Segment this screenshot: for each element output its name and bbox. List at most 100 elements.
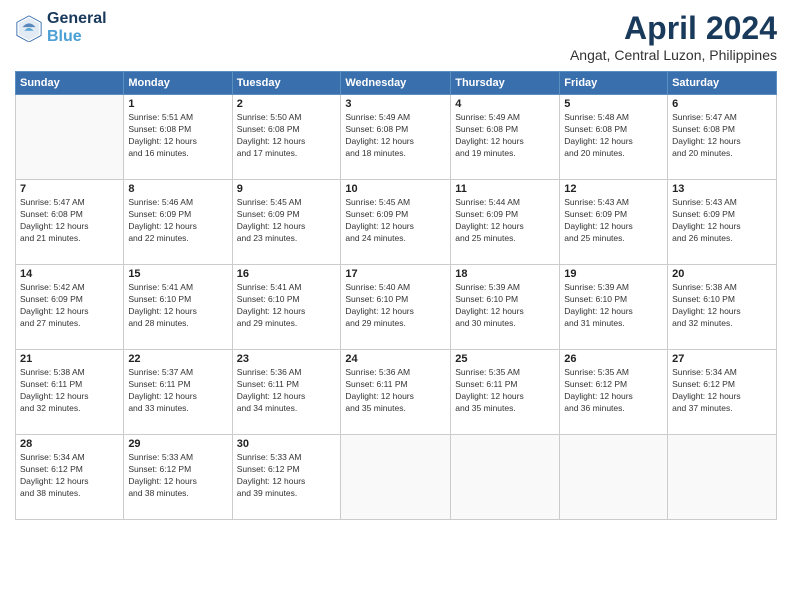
table-row: 21 Sunrise: 5:38 AM Sunset: 6:11 PM Dayli…: [16, 350, 124, 435]
day-info: Sunrise: 5:38 AM Sunset: 6:11 PM Dayligh…: [20, 367, 119, 415]
day-info: Sunrise: 5:33 AM Sunset: 6:12 PM Dayligh…: [128, 452, 227, 500]
header-thursday: Thursday: [451, 72, 560, 95]
day-info: Sunrise: 5:39 AM Sunset: 6:10 PM Dayligh…: [564, 282, 663, 330]
logo-line2: Blue: [47, 28, 107, 46]
day-info: Sunrise: 5:36 AM Sunset: 6:11 PM Dayligh…: [345, 367, 446, 415]
day-number: 23: [237, 353, 337, 365]
table-row: [16, 95, 124, 180]
day-number: 22: [128, 353, 227, 365]
day-info: Sunrise: 5:49 AM Sunset: 6:08 PM Dayligh…: [455, 112, 555, 160]
day-number: 5: [564, 98, 663, 110]
day-number: 3: [345, 98, 446, 110]
calendar-table: Sunday Monday Tuesday Wednesday Thursday…: [15, 71, 777, 520]
header: General Blue April 2024 Angat, Central L…: [15, 10, 777, 63]
table-row: 27 Sunrise: 5:34 AM Sunset: 6:12 PM Dayli…: [668, 350, 777, 435]
week-row-1: 1 Sunrise: 5:51 AM Sunset: 6:08 PM Daylig…: [16, 95, 777, 180]
header-tuesday: Tuesday: [232, 72, 341, 95]
table-row: 25 Sunrise: 5:35 AM Sunset: 6:11 PM Dayli…: [451, 350, 560, 435]
day-number: 12: [564, 183, 663, 195]
table-row: 24 Sunrise: 5:36 AM Sunset: 6:11 PM Dayli…: [341, 350, 451, 435]
table-row: 8 Sunrise: 5:46 AM Sunset: 6:09 PM Daylig…: [124, 180, 232, 265]
day-info: Sunrise: 5:47 AM Sunset: 6:08 PM Dayligh…: [20, 197, 119, 245]
day-info: Sunrise: 5:45 AM Sunset: 6:09 PM Dayligh…: [237, 197, 337, 245]
day-number: 10: [345, 183, 446, 195]
header-friday: Friday: [560, 72, 668, 95]
table-row: 20Sunrise: 5:38 AM Sunset: 6:10 PM Dayli…: [668, 265, 777, 350]
day-number: 17: [345, 268, 446, 280]
day-number: 24: [345, 353, 446, 365]
table-row: 10Sunrise: 5:45 AM Sunset: 6:09 PM Dayli…: [341, 180, 451, 265]
table-row: 7 Sunrise: 5:47 AM Sunset: 6:08 PM Daylig…: [16, 180, 124, 265]
day-number: 1: [128, 98, 227, 110]
logo: General Blue: [15, 10, 107, 47]
header-sunday: Sunday: [16, 72, 124, 95]
table-row: 26 Sunrise: 5:35 AM Sunset: 6:12 PM Dayli…: [560, 350, 668, 435]
day-number: 30: [237, 438, 337, 450]
day-info: Sunrise: 5:43 AM Sunset: 6:09 PM Dayligh…: [672, 197, 772, 245]
day-number: 4: [455, 98, 555, 110]
day-info: Sunrise: 5:51 AM Sunset: 6:08 PM Dayligh…: [128, 112, 227, 160]
day-number: 27: [672, 353, 772, 365]
day-info: Sunrise: 5:34 AM Sunset: 6:12 PM Dayligh…: [672, 367, 772, 415]
day-number: 14: [20, 268, 119, 280]
day-info: Sunrise: 5:38 AM Sunset: 6:10 PM Dayligh…: [672, 282, 772, 330]
table-row: 12 Sunrise: 5:43 AM Sunset: 6:09 PM Dayli…: [560, 180, 668, 265]
day-number: 18: [455, 268, 555, 280]
day-number: 13: [672, 183, 772, 195]
day-number: 6: [672, 98, 772, 110]
table-row: 2 Sunrise: 5:50 AM Sunset: 6:08 PM Daylig…: [232, 95, 341, 180]
day-number: 11: [455, 183, 555, 195]
day-info: Sunrise: 5:42 AM Sunset: 6:09 PM Dayligh…: [20, 282, 119, 330]
day-number: 26: [564, 353, 663, 365]
day-number: 19: [564, 268, 663, 280]
day-number: 7: [20, 183, 119, 195]
table-row: [451, 435, 560, 520]
table-row: 15Sunrise: 5:41 AM Sunset: 6:10 PM Dayli…: [124, 265, 232, 350]
table-row: 30 Sunrise: 5:33 AM Sunset: 6:12 PM Dayli…: [232, 435, 341, 520]
day-info: Sunrise: 5:44 AM Sunset: 6:09 PM Dayligh…: [455, 197, 555, 245]
day-info: Sunrise: 5:48 AM Sunset: 6:08 PM Dayligh…: [564, 112, 663, 160]
day-info: Sunrise: 5:36 AM Sunset: 6:11 PM Dayligh…: [237, 367, 337, 415]
table-row: [341, 435, 451, 520]
logo-line1: General: [47, 10, 107, 28]
table-row: 13 Sunrise: 5:43 AM Sunset: 6:09 PM Dayli…: [668, 180, 777, 265]
title-block: April 2024 Angat, Central Luzon, Philipp…: [570, 10, 777, 63]
day-info: Sunrise: 5:37 AM Sunset: 6:11 PM Dayligh…: [128, 367, 227, 415]
header-wednesday: Wednesday: [341, 72, 451, 95]
day-info: Sunrise: 5:40 AM Sunset: 6:10 PM Dayligh…: [345, 282, 446, 330]
day-number: 15: [128, 268, 227, 280]
day-number: 16: [237, 268, 337, 280]
table-row: 1 Sunrise: 5:51 AM Sunset: 6:08 PM Daylig…: [124, 95, 232, 180]
day-number: 2: [237, 98, 337, 110]
week-row-4: 21 Sunrise: 5:38 AM Sunset: 6:11 PM Dayli…: [16, 350, 777, 435]
logo-icon: [15, 14, 43, 42]
table-row: 11 Sunrise: 5:44 AM Sunset: 6:09 PM Dayli…: [451, 180, 560, 265]
location-title: Angat, Central Luzon, Philippines: [570, 47, 777, 63]
table-row: 4 Sunrise: 5:49 AM Sunset: 6:08 PM Daylig…: [451, 95, 560, 180]
table-row: 5 Sunrise: 5:48 AM Sunset: 6:08 PM Daylig…: [560, 95, 668, 180]
table-row: 9 Sunrise: 5:45 AM Sunset: 6:09 PM Daylig…: [232, 180, 341, 265]
table-row: 19 Sunrise: 5:39 AM Sunset: 6:10 PM Dayli…: [560, 265, 668, 350]
week-row-2: 7 Sunrise: 5:47 AM Sunset: 6:08 PM Daylig…: [16, 180, 777, 265]
table-row: 22 Sunrise: 5:37 AM Sunset: 6:11 PM Dayli…: [124, 350, 232, 435]
day-info: Sunrise: 5:41 AM Sunset: 6:10 PM Dayligh…: [237, 282, 337, 330]
day-info: Sunrise: 5:33 AM Sunset: 6:12 PM Dayligh…: [237, 452, 337, 500]
table-row: [560, 435, 668, 520]
table-row: 14 Sunrise: 5:42 AM Sunset: 6:09 PM Dayli…: [16, 265, 124, 350]
day-info: Sunrise: 5:39 AM Sunset: 6:10 PM Dayligh…: [455, 282, 555, 330]
day-number: 9: [237, 183, 337, 195]
day-number: 8: [128, 183, 227, 195]
day-info: Sunrise: 5:46 AM Sunset: 6:09 PM Dayligh…: [128, 197, 227, 245]
table-row: 28Sunrise: 5:34 AM Sunset: 6:12 PM Dayli…: [16, 435, 124, 520]
day-number: 29: [128, 438, 227, 450]
day-info: Sunrise: 5:35 AM Sunset: 6:12 PM Dayligh…: [564, 367, 663, 415]
day-info: Sunrise: 5:35 AM Sunset: 6:11 PM Dayligh…: [455, 367, 555, 415]
weekday-header-row: Sunday Monday Tuesday Wednesday Thursday…: [16, 72, 777, 95]
table-row: 16 Sunrise: 5:41 AM Sunset: 6:10 PM Dayli…: [232, 265, 341, 350]
table-row: 29 Sunrise: 5:33 AM Sunset: 6:12 PM Dayli…: [124, 435, 232, 520]
day-number: 25: [455, 353, 555, 365]
day-info: Sunrise: 5:50 AM Sunset: 6:08 PM Dayligh…: [237, 112, 337, 160]
day-info: Sunrise: 5:43 AM Sunset: 6:09 PM Dayligh…: [564, 197, 663, 245]
day-number: 21: [20, 353, 119, 365]
table-row: 18 Sunrise: 5:39 AM Sunset: 6:10 PM Dayli…: [451, 265, 560, 350]
